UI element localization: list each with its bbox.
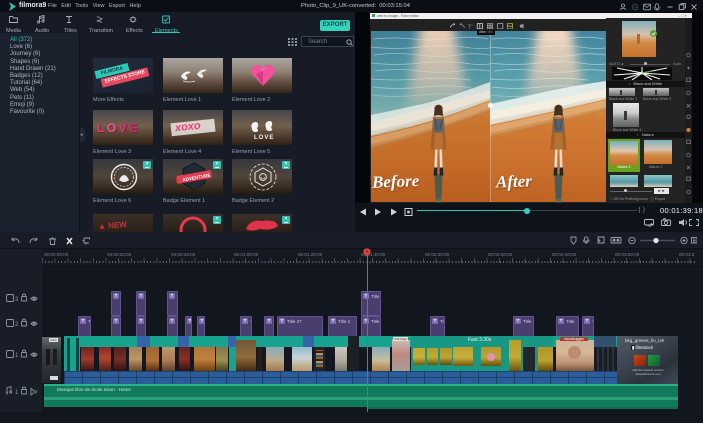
svg-text:2: 2	[15, 322, 19, 328]
svg-text:1: 1	[15, 353, 19, 359]
svg-text:LOVE: LOVE	[254, 135, 274, 141]
svg-text:1: 1	[15, 390, 19, 396]
svg-text:3: 3	[15, 297, 19, 303]
